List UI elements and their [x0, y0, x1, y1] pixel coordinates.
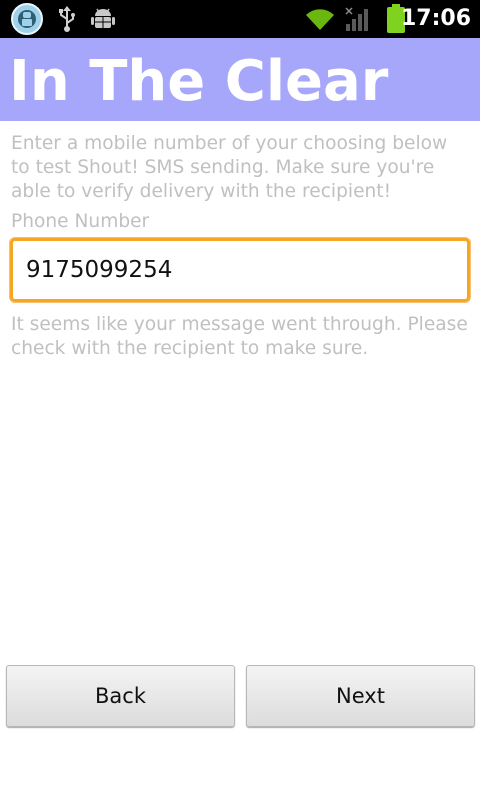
wifi-icon	[306, 9, 334, 31]
result-message: It seems like your message went through.…	[11, 314, 468, 359]
instructions-text: Enter a mobile number of your choosing b…	[11, 133, 448, 202]
app-title: In The Clear	[9, 49, 389, 114]
cyanogen-icon	[11, 3, 43, 35]
phone-number-label: Phone Number	[11, 211, 150, 232]
phone-number-field[interactable]	[10, 238, 470, 302]
title-bar: In The Clear	[0, 38, 480, 121]
phone-number-input[interactable]	[26, 252, 446, 288]
status-bar: 17:06	[0, 0, 480, 38]
signal-icon	[345, 7, 368, 31]
next-button[interactable]: Next	[246, 665, 475, 727]
android-debug-icon	[91, 8, 115, 28]
back-button[interactable]: Back	[6, 665, 235, 727]
main-content: Enter a mobile number of your choosing b…	[11, 132, 471, 234]
status-time: 17:06	[400, 6, 471, 31]
usb-icon	[59, 6, 75, 32]
